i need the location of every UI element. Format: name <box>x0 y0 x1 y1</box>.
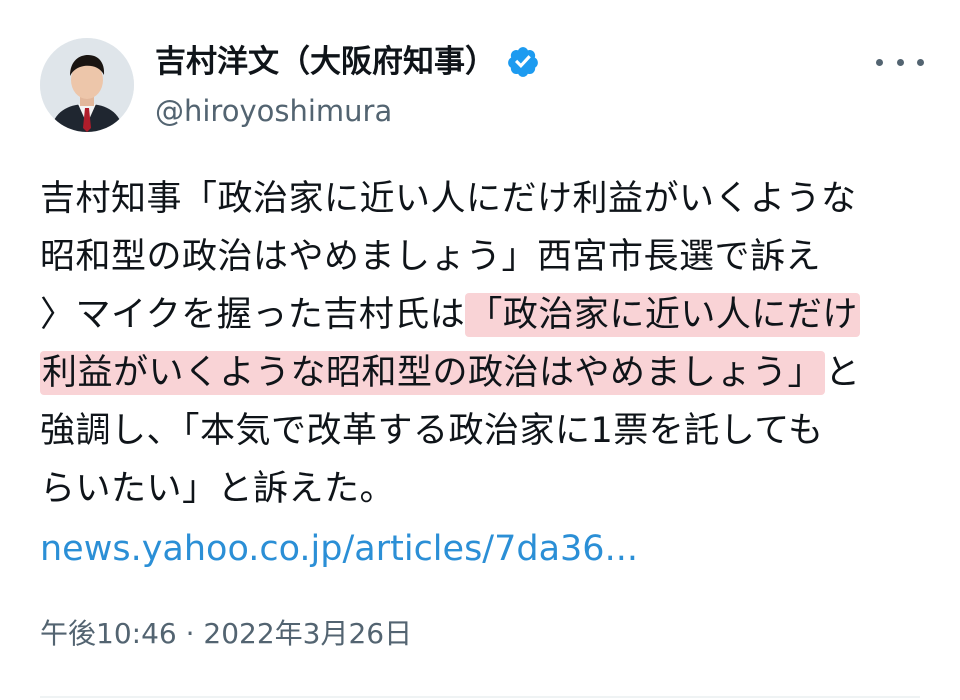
avatar-image <box>40 38 134 132</box>
tweet-line: 昭和型の政治はやめましょう」西宮市長選で訴え <box>40 228 930 286</box>
tweet-line: 〉マイクを握った吉村氏は「政治家に近い人にだけ <box>40 286 930 344</box>
author-name-row: 吉村洋文（大阪府知事） <box>155 42 540 82</box>
tweet-line: らいたい」と訴えた。 <box>40 460 930 518</box>
article-link[interactable]: news.yahoo.co.jp/articles/7da36... <box>40 524 638 574</box>
text-segment: らいたい」と訴えた。 <box>40 469 396 509</box>
tweet-line: 利益がいくような昭和型の政治はやめましょう」と <box>40 344 930 402</box>
text-segment: 吉村知事「政治家に近い人にだけ利益がいくような <box>40 179 857 219</box>
highlighted-quote: 「政治家に近い人にだけ <box>465 293 860 337</box>
more-dot <box>876 58 883 66</box>
text-segment: 強調し、「本気で改革する政治家に1票を託しても <box>40 411 824 451</box>
author-handle[interactable]: @hiroyoshimura <box>155 92 392 130</box>
tweet-line: 吉村知事「政治家に近い人にだけ利益がいくような <box>40 170 930 228</box>
highlighted-quote: 利益がいくような昭和型の政治はやめましょう」 <box>40 351 826 395</box>
more-dot <box>896 58 904 66</box>
more-dot <box>917 58 924 66</box>
text-segment: 昭和型の政治はやめましょう」西宮市長選で訴え <box>40 237 822 277</box>
tweet-line: 強調し、「本気で改革する政治家に1票を託しても <box>40 402 930 460</box>
display-name[interactable]: 吉村洋文（大阪府知事） <box>155 42 496 82</box>
more-options-icon[interactable] <box>876 50 924 74</box>
avatar[interactable] <box>40 38 134 132</box>
tweet-timestamp[interactable]: 午後10:46 · 2022年3月26日 <box>40 614 412 654</box>
divider <box>40 696 920 698</box>
verified-badge-icon <box>508 47 538 77</box>
text-segment: 〉マイクを握った吉村氏は <box>40 295 466 335</box>
tweet-card: 吉村洋文（大阪府知事） @hiroyoshimura 吉村知事「政治家に近い人に… <box>0 0 960 700</box>
text-segment: と <box>825 353 861 393</box>
tweet-text: 吉村知事「政治家に近い人にだけ利益がいくような 昭和型の政治はやめましょう」西宮… <box>40 170 930 518</box>
